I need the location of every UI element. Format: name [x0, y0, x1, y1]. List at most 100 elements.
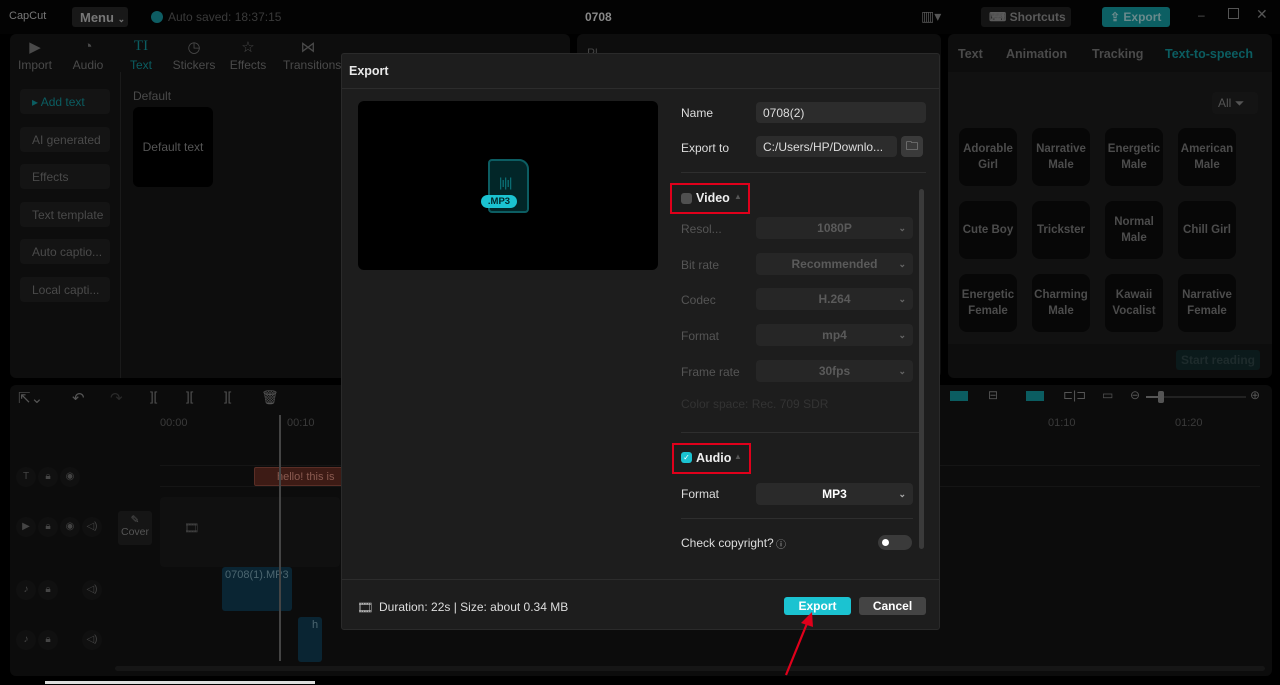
- magnet-icon[interactable]: [950, 391, 968, 401]
- transitions-icon: ⋈: [300, 39, 316, 56]
- eye-icon[interactable]: ◉: [60, 517, 80, 537]
- link-icon[interactable]: [1026, 391, 1044, 401]
- eye-icon[interactable]: ◉: [60, 467, 80, 487]
- voice-card[interactable]: Narrative Female: [1178, 274, 1236, 332]
- collapse-icon[interactable]: ▲: [734, 452, 742, 461]
- voice-card[interactable]: Kawaii Vocalist: [1105, 274, 1163, 332]
- layout-icon[interactable]: ▥▾: [921, 8, 941, 25]
- copyright-label: Check copyright?: [681, 536, 774, 550]
- voice-card[interactable]: Cute Boy: [959, 201, 1017, 259]
- dialog-scrollbar[interactable]: [919, 189, 924, 549]
- voice-card[interactable]: Normal Male: [1105, 201, 1163, 259]
- preview-axis-icon[interactable]: ▭: [1102, 388, 1113, 402]
- sidebar-item-add-text[interactable]: ▸ Add text: [20, 89, 110, 114]
- horizontal-scrollbar[interactable]: [115, 666, 1265, 671]
- playhead[interactable]: [279, 415, 281, 661]
- frame-rate-select[interactable]: 30fps ⌄: [756, 360, 913, 382]
- toolbar-import[interactable]: ▶ Import: [10, 38, 60, 72]
- audio-format-select[interactable]: MP3 ⌄: [756, 483, 913, 505]
- tab-text-to-speech[interactable]: Text-to-speech: [1165, 47, 1253, 61]
- select-tool-icon[interactable]: ⇱⌄: [18, 389, 43, 407]
- resolution-select[interactable]: 1080P ⌄: [756, 217, 913, 239]
- voice-card[interactable]: Adorable Girl: [959, 128, 1017, 186]
- sidebar-label: Text template: [32, 208, 104, 222]
- text-clip[interactable]: hello! this is: [254, 467, 344, 486]
- split-icon[interactable]: ][: [150, 389, 157, 404]
- undo-icon[interactable]: ↶: [72, 389, 85, 407]
- align-icon[interactable]: ⊏|⊐: [1063, 388, 1086, 402]
- toolbar-transitions[interactable]: ⋈ Transitions: [283, 38, 341, 72]
- cover-button[interactable]: ✎ Cover: [118, 511, 152, 545]
- audio-checkbox[interactable]: ✓: [681, 452, 692, 463]
- export-path-input[interactable]: C:/Users/HP/Downlo...: [756, 136, 897, 157]
- start-reading-label: Start reading: [1180, 353, 1255, 367]
- sidebar-label: Effects: [32, 170, 69, 184]
- close-icon[interactable]: ✕: [1256, 6, 1268, 23]
- name-input[interactable]: 0708(2): [756, 102, 926, 123]
- sidebar-item-effects[interactable]: Effects: [20, 164, 110, 189]
- copyright-toggle[interactable]: [878, 535, 912, 550]
- filter-button[interactable]: All ⏷: [1212, 92, 1258, 114]
- top-export-label: Export: [1123, 10, 1162, 24]
- delete-icon[interactable]: 🗑: [261, 389, 279, 406]
- voice-card[interactable]: Narrative Male: [1032, 128, 1090, 186]
- zoom-out-icon[interactable]: ⊖: [1130, 388, 1140, 402]
- help-icon[interactable]: ⓘ: [776, 536, 786, 551]
- speaker-icon[interactable]: ◁): [82, 517, 102, 537]
- maximize-icon[interactable]: [1228, 8, 1239, 19]
- video-section-label[interactable]: Video: [696, 191, 730, 205]
- toolbar-label: Audio: [72, 58, 104, 72]
- audio-clip[interactable]: 0708(1).MP3: [222, 567, 292, 611]
- default-text-card[interactable]: Default text: [133, 107, 213, 187]
- speaker-icon[interactable]: ◁): [82, 580, 102, 600]
- video-checkbox[interactable]: [681, 193, 692, 204]
- export-path-value: C:/Users/HP/Downlo...: [763, 140, 884, 154]
- voice-card[interactable]: Trickster: [1032, 201, 1090, 259]
- speaker-icon[interactable]: ◁): [82, 630, 102, 650]
- autosave-status: Auto saved: 18:37:15: [168, 10, 282, 24]
- split-right-icon[interactable]: ][: [224, 389, 231, 404]
- tts-clip[interactable]: h: [298, 617, 322, 662]
- split-left-icon[interactable]: ][: [186, 389, 193, 404]
- minimize-icon[interactable]: –: [1198, 8, 1205, 22]
- tab-animation[interactable]: Animation: [1006, 47, 1067, 61]
- menu-button[interactable]: Menu ⌄: [72, 7, 128, 27]
- folder-icon[interactable]: 🗀: [901, 136, 923, 157]
- voice-card[interactable]: Chill Girl: [1178, 201, 1236, 259]
- sidebar-item-local-captions[interactable]: Local capti...: [20, 277, 110, 302]
- shortcuts-button[interactable]: ⌨ Shortcuts: [981, 7, 1071, 27]
- toolbar-stickers[interactable]: ◷ Stickers: [169, 38, 219, 72]
- redo-icon[interactable]: ↷: [110, 389, 123, 407]
- voice-card[interactable]: Energetic Female: [959, 274, 1017, 332]
- zoom-slider[interactable]: [1146, 391, 1246, 403]
- voice-card[interactable]: Charming Male: [1032, 274, 1090, 332]
- codec-select[interactable]: H.264 ⌄: [756, 288, 913, 310]
- lock-icon[interactable]: 🔒︎: [38, 517, 58, 537]
- chevron-down-icon: ⌄: [898, 223, 906, 233]
- tab-text[interactable]: Text: [958, 47, 983, 61]
- sidebar-item-text-template[interactable]: Text template: [20, 202, 110, 227]
- sidebar-item-ai-generated[interactable]: AI generated: [20, 127, 110, 152]
- zoom-slider-handle[interactable]: [1158, 391, 1164, 403]
- sidebar-item-auto-captions[interactable]: Auto captio...: [20, 239, 110, 264]
- tab-tracking[interactable]: Tracking: [1092, 47, 1143, 61]
- clip-label: h: [312, 619, 319, 631]
- title-bar: CapCut Menu ⌄ Auto saved: 18:37:15 0708 …: [0, 0, 1280, 34]
- start-reading-button[interactable]: Start reading: [1176, 350, 1260, 370]
- toolbar-effects[interactable]: ☆ Effects: [223, 38, 273, 72]
- lock-icon[interactable]: 🔒︎: [38, 467, 58, 487]
- zoom-in-icon[interactable]: ⊕: [1250, 388, 1260, 402]
- lock-icon[interactable]: 🔒︎: [38, 630, 58, 650]
- top-export-button[interactable]: ⇪ Export: [1102, 7, 1170, 27]
- voice-card[interactable]: American Male: [1178, 128, 1236, 186]
- bitrate-select[interactable]: Recommended ⌄: [756, 253, 913, 275]
- collapse-icon[interactable]: ▲: [734, 192, 742, 201]
- video-format-select[interactable]: mp4 ⌄: [756, 324, 913, 346]
- linkage-icon[interactable]: ⊟: [988, 388, 998, 402]
- audio-section-label[interactable]: Audio: [696, 451, 731, 465]
- toolbar-audio[interactable]: ◔ Audio: [63, 38, 113, 72]
- cancel-button[interactable]: Cancel: [859, 597, 926, 615]
- lock-icon[interactable]: 🔒︎: [38, 580, 58, 600]
- voice-card[interactable]: Energetic Male: [1105, 128, 1163, 186]
- toolbar-text[interactable]: TI Text: [116, 38, 166, 72]
